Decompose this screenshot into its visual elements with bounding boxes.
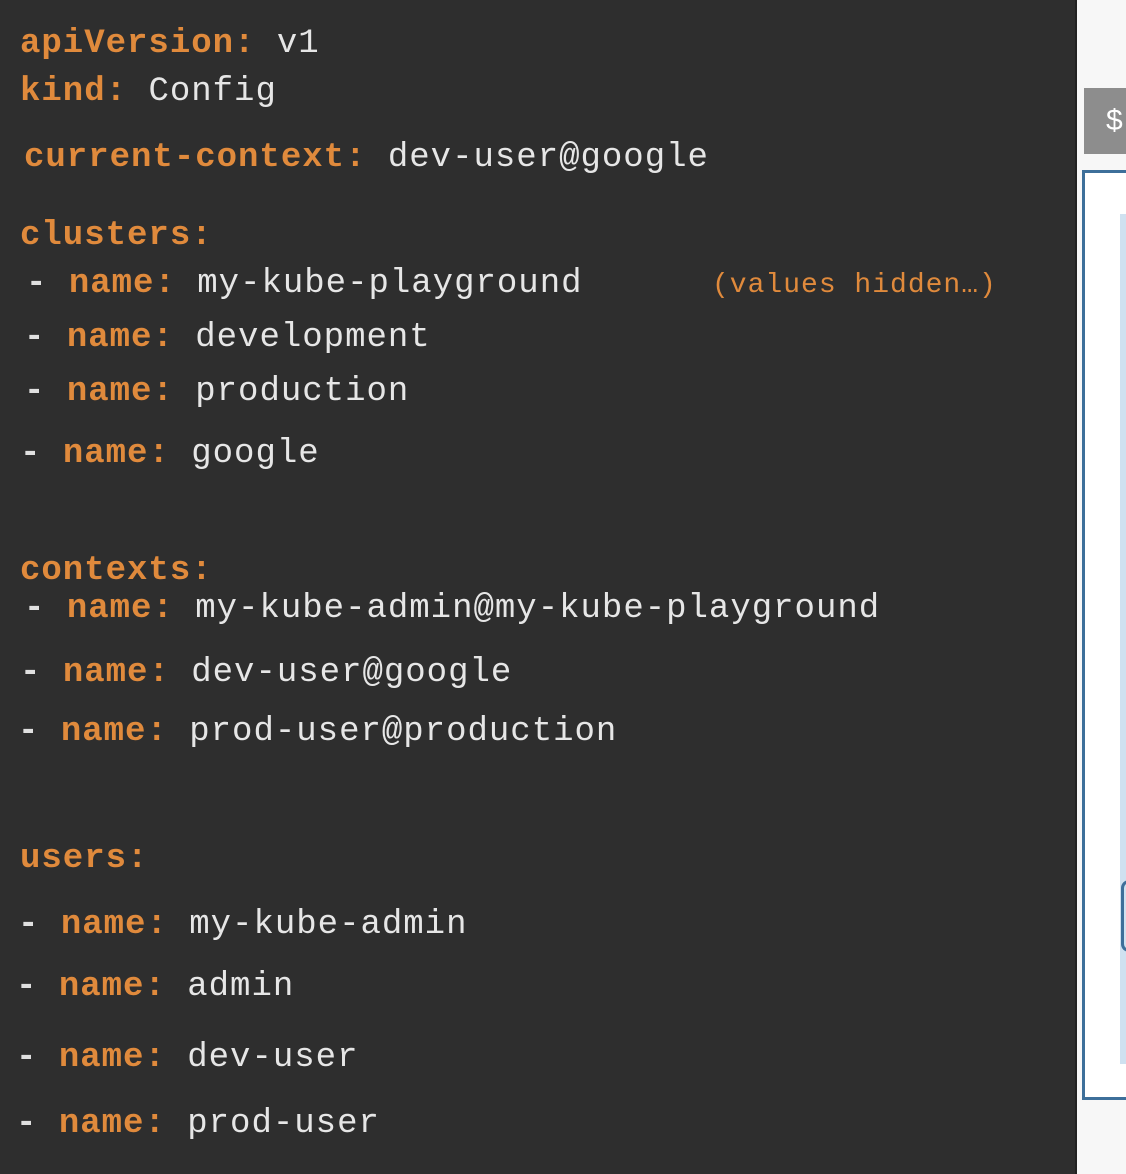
name-key: name <box>60 906 147 944</box>
cluster-item: - name: production <box>24 372 409 412</box>
colon: : <box>234 25 256 63</box>
colon: : <box>146 713 168 751</box>
terminal-inner-bracket <box>1121 880 1126 952</box>
name-key: name <box>60 713 147 751</box>
list-dash: - <box>24 373 46 411</box>
cluster-name: development <box>195 319 431 357</box>
kind-key: kind <box>20 73 106 111</box>
list-dash: - <box>16 968 38 1006</box>
colon: : <box>148 435 170 473</box>
cluster-name: google <box>191 435 320 473</box>
colon: : <box>148 654 170 692</box>
list-dash: - <box>18 713 40 751</box>
api-version-line: apiVersion: v1 <box>20 24 320 64</box>
user-item: - name: prod-user <box>16 1104 380 1144</box>
api-version-key: apiVersion <box>20 25 235 63</box>
kind-value: Config <box>148 73 277 111</box>
user-name: my-kube-admin <box>189 906 468 944</box>
context-item: - name: prod-user@production <box>18 712 617 752</box>
colon: : <box>152 319 174 357</box>
name-key: name <box>68 265 155 303</box>
users-key: users <box>20 840 128 878</box>
context-name: dev-user@google <box>191 654 513 692</box>
name-key: name <box>66 590 153 628</box>
list-dash: - <box>24 319 46 357</box>
name-key: name <box>66 319 153 357</box>
colon: : <box>345 139 367 177</box>
user-name: admin <box>187 968 295 1006</box>
contexts-header: contexts: <box>20 551 213 591</box>
user-item: - name: dev-user <box>16 1038 358 1078</box>
name-key: name <box>58 968 145 1006</box>
cluster-item: - name: development <box>24 318 431 358</box>
current-context-key: current-context <box>24 139 346 177</box>
current-context-line: current-context: dev-user@google <box>24 138 709 178</box>
user-item: - name: admin <box>16 967 294 1007</box>
colon: : <box>144 1039 166 1077</box>
colon: : <box>144 968 166 1006</box>
colon: : <box>105 73 128 111</box>
prompt-symbol: $ <box>1106 104 1123 137</box>
clusters-header: clusters: <box>20 216 213 256</box>
cluster-name: my-kube-playground <box>197 265 583 303</box>
user-item: - name: my-kube-admin <box>18 905 468 945</box>
user-name: dev-user <box>187 1039 359 1077</box>
colon: : <box>191 217 213 255</box>
list-dash: - <box>16 1105 38 1143</box>
list-dash: - <box>20 435 42 473</box>
name-key: name <box>58 1105 145 1143</box>
list-dash: - <box>20 654 42 692</box>
context-item: - name: dev-user@google <box>20 653 512 693</box>
name-key: name <box>66 373 153 411</box>
list-dash: - <box>24 590 46 628</box>
terminal-prompt-tab[interactable]: $ <box>1084 88 1126 154</box>
colon: : <box>146 906 168 944</box>
list-dash: - <box>26 265 48 303</box>
context-item: - name: my-kube-admin@my-kube-playground <box>24 589 880 629</box>
cluster-name: production <box>195 373 410 411</box>
kubeconfig-code-panel: apiVersion: v1 kind: Config current-cont… <box>0 0 1077 1174</box>
user-name: prod-user <box>187 1105 380 1143</box>
list-dash: - <box>16 1039 38 1077</box>
name-key: name <box>58 1039 145 1077</box>
context-name: prod-user@production <box>189 713 618 751</box>
colon: : <box>144 1105 166 1143</box>
cluster-item: - name: my-kube-playground <box>26 264 583 304</box>
colon: : <box>191 552 213 590</box>
list-dash: - <box>18 906 40 944</box>
cluster-item: - name: google <box>20 434 320 474</box>
kind-line: kind: Config <box>20 72 277 112</box>
context-name: my-kube-admin@my-kube-playground <box>195 590 881 628</box>
api-version-value: v1 <box>276 25 320 63</box>
users-header: users: <box>20 839 148 879</box>
colon: : <box>152 590 174 628</box>
colon: : <box>154 265 176 303</box>
colon: : <box>152 373 174 411</box>
current-context-value: dev-user@google <box>387 139 709 177</box>
clusters-key: clusters <box>20 217 192 255</box>
contexts-key: contexts <box>20 552 192 590</box>
name-key: name <box>62 654 149 692</box>
colon: : <box>127 840 149 878</box>
name-key: name <box>62 435 149 473</box>
values-hidden-note: (values hidden…) <box>712 270 997 301</box>
